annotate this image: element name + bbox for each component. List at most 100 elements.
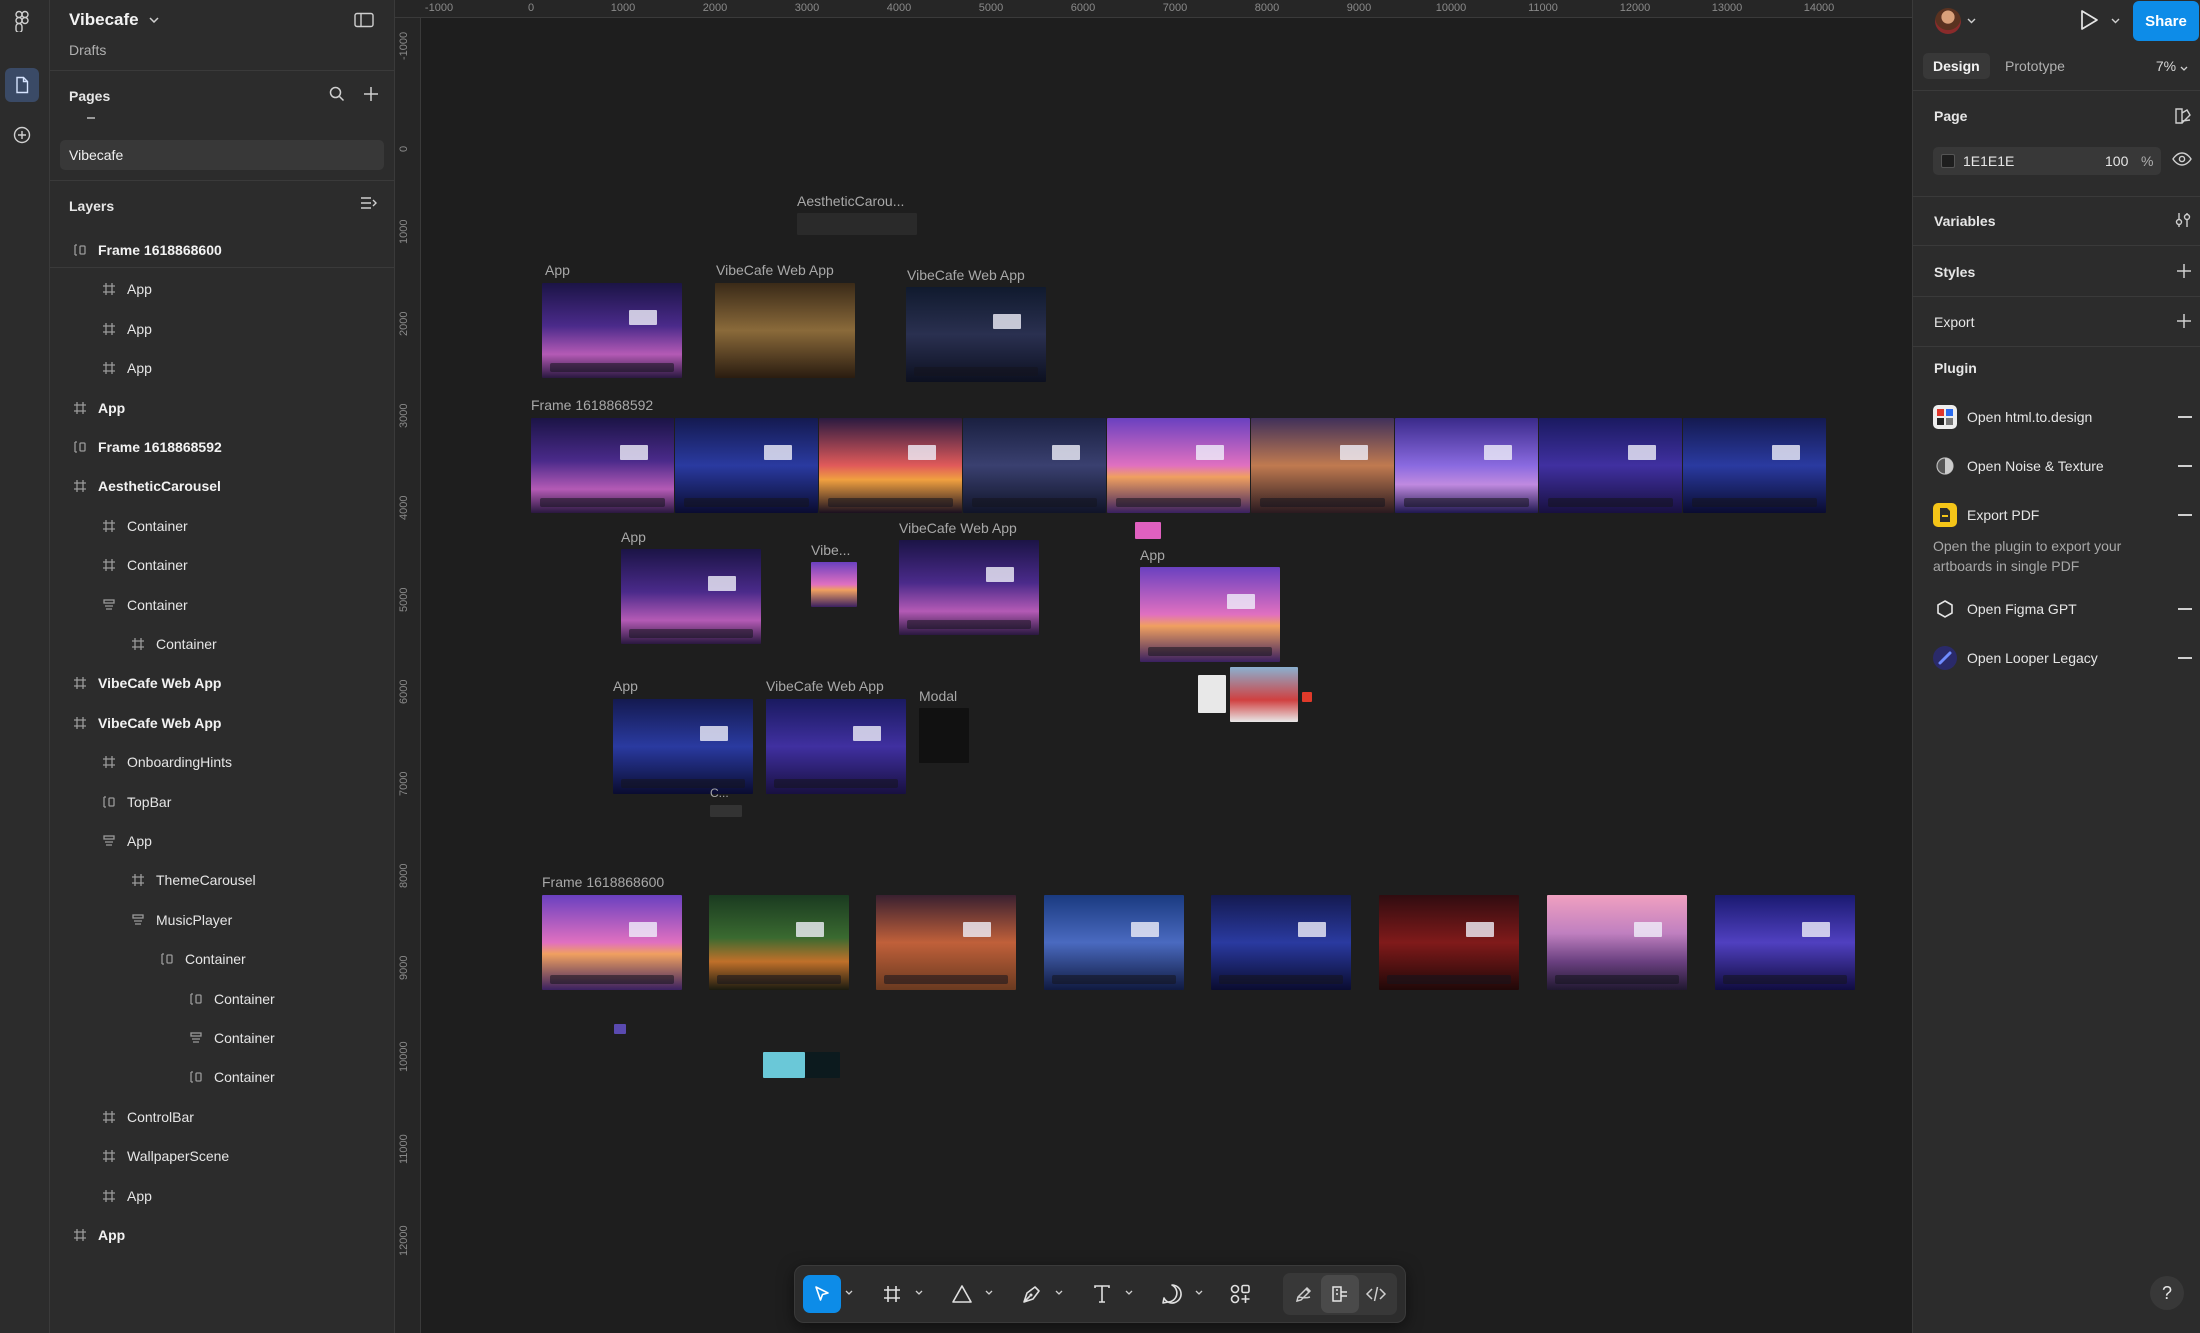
canvas[interactable]: -1000 0 1000 2000 3000 4000 5000 6000 7000 8000 90… xyxy=(395,0,1912,1333)
layer-row[interactable]: OnboardingHints xyxy=(50,744,394,780)
frame-thumbnail[interactable] xyxy=(1539,418,1682,513)
layer-row[interactable]: ControlBar xyxy=(50,1099,394,1135)
page-color-swatch[interactable] xyxy=(1941,154,1955,168)
color-styles-icon[interactable] xyxy=(2174,107,2192,130)
frame-thumbnail[interactable] xyxy=(811,562,857,607)
frame-thumbnail[interactable] xyxy=(621,549,761,644)
file-name-menu[interactable]: Vibecafe xyxy=(69,10,159,30)
canvas-object[interactable] xyxy=(763,1052,805,1078)
layer-row[interactable]: Container xyxy=(50,626,394,662)
actions-tool-icon[interactable] xyxy=(1221,1275,1259,1313)
remove-plugin-icon[interactable] xyxy=(2178,608,2192,610)
frame-thumbnail[interactable] xyxy=(1107,418,1250,513)
add-style-icon[interactable] xyxy=(2176,263,2192,284)
frame-thumbnail[interactable] xyxy=(899,540,1039,635)
frame-label-c[interactable]: C... xyxy=(710,786,729,800)
remove-plugin-icon[interactable] xyxy=(2178,416,2192,418)
layer-row[interactable]: VibeCafe Web App xyxy=(50,665,394,701)
layer-row[interactable]: Container xyxy=(50,587,394,623)
eye-icon[interactable] xyxy=(2172,152,2192,171)
canvas-object[interactable] xyxy=(797,213,917,235)
layer-row[interactable]: App xyxy=(50,390,394,426)
layer-row[interactable]: Frame 1618868592 xyxy=(50,429,394,465)
plugin-noise-texture[interactable]: Open Noise & Texture xyxy=(1933,452,2104,480)
layer-row[interactable]: MusicPlayer xyxy=(50,902,394,938)
canvas-object[interactable] xyxy=(1135,522,1161,539)
plugin-export-pdf[interactable]: Export PDF xyxy=(1933,501,2039,529)
frame-thumbnail[interactable] xyxy=(963,418,1106,513)
chevron-down-icon[interactable] xyxy=(1125,1290,1133,1295)
frame-thumbnail[interactable] xyxy=(531,418,674,513)
frame-label-webapp[interactable]: VibeCafe Web App xyxy=(766,678,884,694)
frame-thumbnail[interactable] xyxy=(709,895,849,990)
frame-thumbnail[interactable] xyxy=(906,287,1046,382)
variables-icon[interactable] xyxy=(2174,211,2192,234)
frame-thumbnail[interactable] xyxy=(1683,418,1826,513)
frame-thumbnail[interactable] xyxy=(766,699,906,794)
shape-tool-icon[interactable] xyxy=(943,1275,981,1313)
canvas-object[interactable] xyxy=(1230,667,1298,722)
add-export-icon[interactable] xyxy=(2176,313,2192,334)
add-page-icon[interactable] xyxy=(363,86,379,107)
layer-row[interactable]: App xyxy=(50,1178,394,1214)
canvas-object[interactable] xyxy=(1198,675,1226,713)
canvas-object[interactable] xyxy=(614,1024,626,1034)
text-tool-icon[interactable] xyxy=(1083,1275,1121,1313)
layer-row[interactable]: ThemeCarousel xyxy=(50,862,394,898)
page-item-vibecafe[interactable]: Vibecafe xyxy=(60,140,384,170)
remove-plugin-icon[interactable] xyxy=(2178,657,2192,659)
frame-label-webapp[interactable]: VibeCafe Web App xyxy=(716,262,834,278)
present-play-icon[interactable] xyxy=(2078,8,2100,37)
layer-row[interactable]: WallpaperScene xyxy=(50,1138,394,1174)
chevron-down-icon[interactable] xyxy=(1055,1290,1063,1295)
frame-label-frame-592[interactable]: Frame 1618868592 xyxy=(531,397,653,413)
canvas-object[interactable] xyxy=(805,1052,840,1078)
layer-row[interactable]: VibeCafe Web App xyxy=(50,705,394,741)
remove-plugin-icon[interactable] xyxy=(2178,514,2192,516)
assets-add-icon[interactable] xyxy=(5,118,39,152)
canvas-object[interactable] xyxy=(919,708,969,763)
chevron-down-icon[interactable] xyxy=(985,1290,993,1295)
frame-thumbnail[interactable] xyxy=(1211,895,1351,990)
collapse-layers-icon[interactable] xyxy=(360,196,378,215)
layer-row[interactable]: Container xyxy=(50,1059,394,1095)
layer-row[interactable]: App xyxy=(50,823,394,859)
plugin-html-to-design[interactable]: Open html.to.design xyxy=(1933,403,2092,431)
page-color-hex[interactable]: 1E1E1E xyxy=(1963,153,2014,169)
search-icon[interactable] xyxy=(329,86,345,107)
frame-thumbnail[interactable] xyxy=(675,418,818,513)
frame-thumbnail[interactable] xyxy=(1251,418,1394,513)
layer-row[interactable]: AestheticCarousel xyxy=(50,468,394,504)
layer-row[interactable]: App xyxy=(50,311,394,347)
frame-thumbnail[interactable] xyxy=(542,895,682,990)
plugin-looper-legacy[interactable]: Open Looper Legacy xyxy=(1933,644,2098,672)
frame-label-app[interactable]: App xyxy=(613,678,638,694)
tab-prototype[interactable]: Prototype xyxy=(1995,53,2075,79)
remove-plugin-icon[interactable] xyxy=(2178,465,2192,467)
draw-mode-icon[interactable] xyxy=(1285,1275,1323,1313)
layer-row[interactable]: Container xyxy=(50,981,394,1017)
figma-menu-icon[interactable] xyxy=(5,4,39,38)
layer-row[interactable]: Container xyxy=(50,1020,394,1056)
frame-label-vibe[interactable]: Vibe... xyxy=(811,542,850,558)
zoom-menu[interactable]: 7% xyxy=(2156,58,2188,74)
frame-thumbnail[interactable] xyxy=(876,895,1016,990)
layer-row[interactable]: App xyxy=(50,1217,394,1253)
layer-row[interactable]: Frame 1618868600 xyxy=(50,232,394,268)
file-layers-icon[interactable] xyxy=(5,68,39,102)
frame-thumbnail[interactable] xyxy=(1395,418,1538,513)
frame-thumbnail[interactable] xyxy=(1547,895,1687,990)
frame-label-frame-600[interactable]: Frame 1618868600 xyxy=(542,874,664,890)
layer-row[interactable]: Container xyxy=(50,547,394,583)
page-color-field[interactable]: 1E1E1E 100 % xyxy=(1933,147,2161,175)
share-button[interactable]: Share xyxy=(2133,1,2199,41)
file-location[interactable]: Drafts xyxy=(69,42,106,58)
frame-thumbnail[interactable] xyxy=(1379,895,1519,990)
layer-row[interactable]: App xyxy=(50,271,394,307)
frame-thumbnail[interactable] xyxy=(542,283,682,378)
move-tool-icon[interactable] xyxy=(803,1275,841,1313)
frame-thumbnail[interactable] xyxy=(1140,567,1280,662)
chevron-down-icon[interactable] xyxy=(915,1290,923,1295)
page-opacity-value[interactable]: 100 xyxy=(2105,153,2128,169)
frame-thumbnail[interactable] xyxy=(613,699,753,794)
